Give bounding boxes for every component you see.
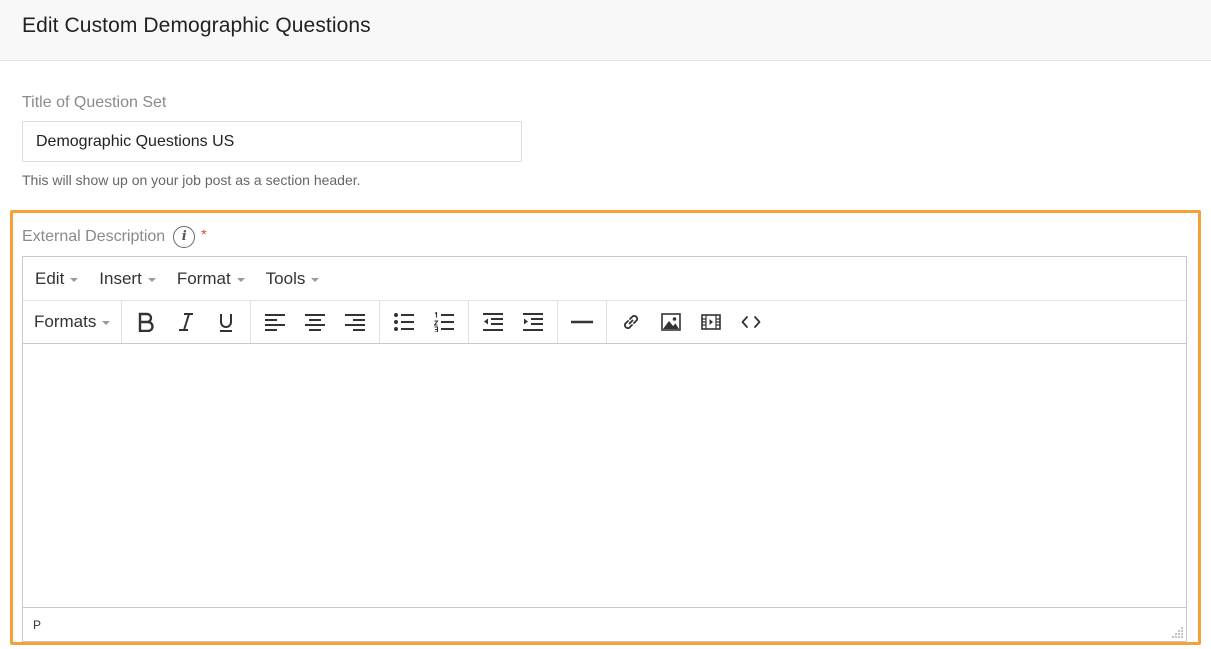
formats-dropdown[interactable]: Formats [34, 312, 111, 332]
outdent-icon [483, 313, 504, 331]
menu-tools[interactable]: Tools [266, 269, 320, 289]
title-field-label: Title of Question Set [22, 94, 167, 111]
image-icon [661, 313, 682, 331]
caret-down-icon [102, 321, 111, 325]
source-code-icon [741, 316, 761, 328]
toolbar-group-insert [607, 301, 775, 343]
menu-format[interactable]: Format [177, 269, 245, 289]
link-button[interactable] [611, 301, 651, 343]
numbered-list-button[interactable] [424, 301, 464, 343]
menu-edit[interactable]: Edit [35, 268, 79, 289]
video-icon [701, 314, 722, 330]
toolbar-group-lists [380, 301, 470, 343]
description-label: External Description i * [22, 226, 207, 248]
toolbar-group-hr [558, 301, 608, 343]
align-left-button[interactable] [255, 301, 295, 343]
info-icon[interactable]: i [173, 226, 196, 248]
underline-icon [220, 314, 233, 332]
bold-button[interactable] [126, 301, 166, 343]
toolbar-group-align [251, 301, 381, 343]
underline-button[interactable] [206, 301, 246, 343]
caret-down-icon [147, 277, 156, 282]
rich-text-editor: Edit Insert Format Tools Formats P [22, 256, 1187, 642]
numbered-list-icon [434, 312, 455, 332]
editor-statusbar: P [23, 607, 1186, 641]
element-path[interactable]: P [33, 618, 41, 632]
toolbar-group-formats: Formats [23, 301, 123, 343]
horizontal-rule-button[interactable] [562, 301, 602, 343]
outdent-button[interactable] [473, 301, 513, 343]
align-center-button[interactable] [295, 301, 335, 343]
align-right-icon [345, 314, 366, 331]
editor-toolbar: Formats [23, 301, 1186, 344]
page-title: Edit Custom Demographic Questions [22, 14, 371, 37]
toolbar-group-text-style [122, 301, 252, 343]
menu-edit-label: Edit [35, 268, 65, 288]
formats-label: Formats [34, 312, 97, 331]
italic-icon [179, 313, 194, 331]
menu-format-label: Format [176, 268, 231, 288]
align-center-icon [305, 314, 326, 331]
title-help-text: This will show up on your job post as a … [22, 172, 361, 188]
align-right-button[interactable] [335, 301, 375, 343]
horizontal-rule-icon [571, 320, 594, 324]
editor-menubar: Edit Insert Format Tools [23, 257, 1186, 301]
indent-icon [523, 313, 544, 331]
menu-insert-label: Insert [99, 268, 142, 288]
resize-handle-icon[interactable] [1172, 627, 1184, 639]
image-button[interactable] [651, 301, 691, 343]
caret-down-icon [236, 277, 245, 282]
indent-button[interactable] [513, 301, 553, 343]
required-marker: * [201, 226, 207, 242]
bullet-list-button[interactable] [384, 301, 424, 343]
toolbar-group-indent [469, 301, 559, 343]
title-input[interactable] [22, 121, 522, 162]
link-icon [624, 315, 639, 329]
description-label-text: External Description [22, 228, 166, 245]
align-left-icon [265, 314, 286, 331]
caret-down-icon [311, 277, 320, 282]
italic-button[interactable] [166, 301, 206, 343]
bold-icon [139, 312, 155, 332]
source-code-button[interactable] [731, 301, 771, 343]
bullet-list-icon [394, 313, 415, 331]
video-button[interactable] [691, 301, 731, 343]
menu-insert[interactable]: Insert [99, 269, 156, 289]
editor-content-area[interactable] [23, 344, 1186, 607]
caret-down-icon [70, 277, 79, 282]
menu-tools-label: Tools [265, 268, 306, 288]
page-header: Edit Custom Demographic Questions [0, 0, 1211, 61]
